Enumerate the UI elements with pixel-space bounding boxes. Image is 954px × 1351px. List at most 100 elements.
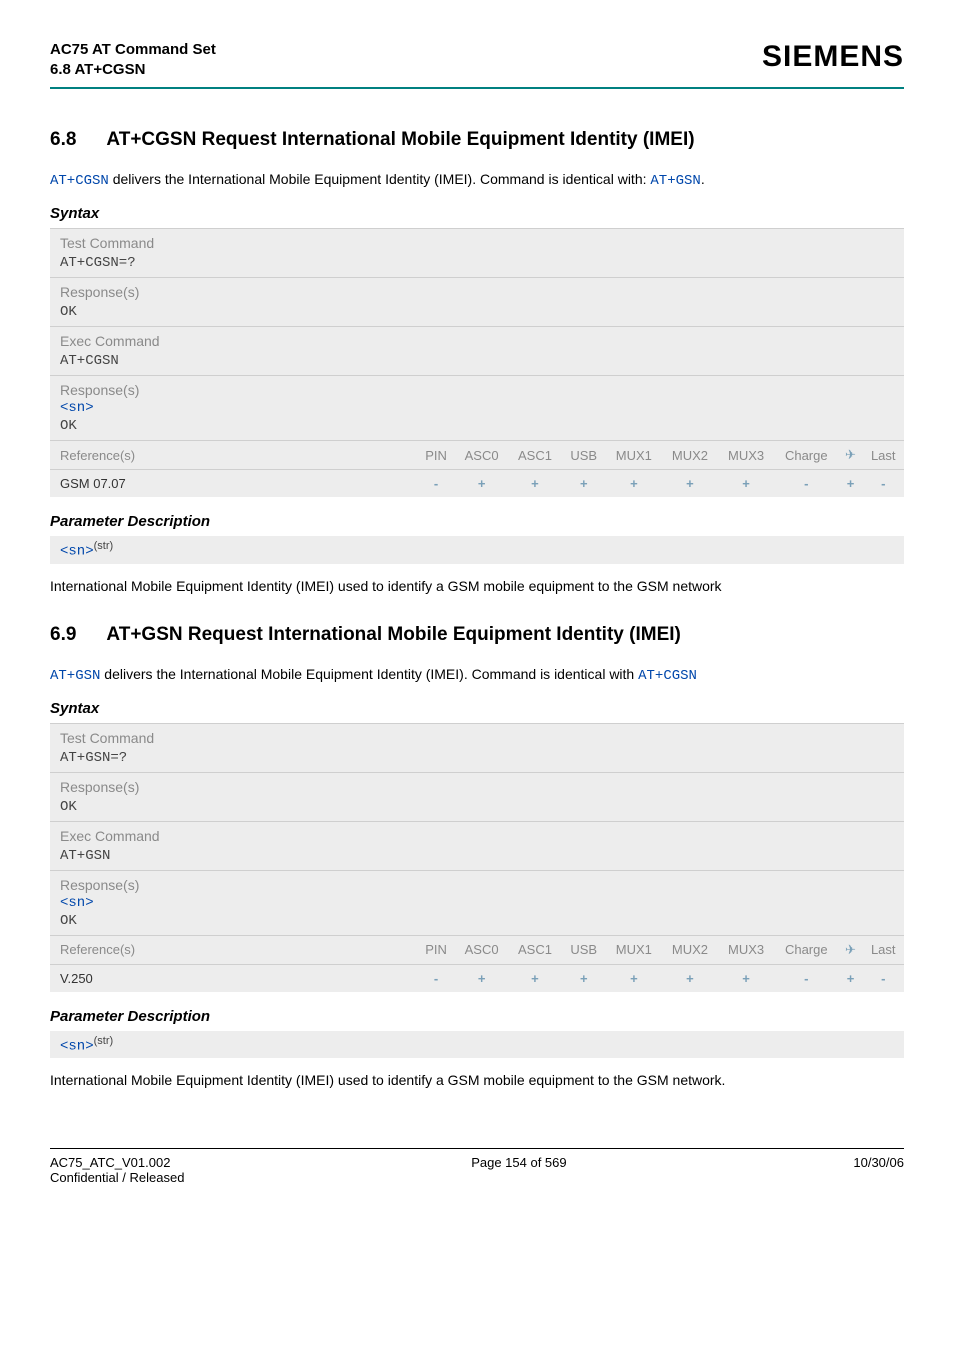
val-last: - bbox=[863, 470, 905, 498]
col-asc0-2: ASC0 bbox=[455, 935, 508, 964]
val-mux3-2: + bbox=[718, 964, 774, 992]
page-header: AC75 AT Command Set 6.8 AT+CGSN SIEMENS bbox=[50, 40, 904, 89]
val-usb-2: + bbox=[562, 964, 606, 992]
col-asc1: ASC1 bbox=[508, 441, 561, 470]
section-num-2: 6.9 bbox=[50, 624, 76, 646]
footer-left-line1: AC75_ATC_V01.002 bbox=[50, 1155, 184, 1170]
param-text-6-8: International Mobile Equipment Identity … bbox=[50, 578, 904, 594]
col-pin-2: PIN bbox=[417, 935, 455, 964]
reference-table-6-8: Reference(s) PIN ASC0 ASC1 USB MUX1 MUX2… bbox=[50, 440, 904, 497]
val-asc1: + bbox=[508, 470, 561, 498]
exec-command-2: AT+GSN bbox=[50, 846, 904, 870]
response-ok-4: OK bbox=[50, 911, 904, 935]
syntax-block-6-8: Test Command AT+CGSN=? Response(s) OK Ex… bbox=[50, 228, 904, 497]
footer-left-line2: Confidential / Released bbox=[50, 1170, 184, 1185]
ref-value-2: V.250 bbox=[50, 964, 417, 992]
ref-label: Reference(s) bbox=[50, 441, 417, 470]
col-arrow-2: ✈ bbox=[838, 935, 862, 964]
intro-mid-2: delivers the International Mobile Equipm… bbox=[100, 666, 638, 682]
header-title-line1: AC75 AT Command Set bbox=[50, 40, 216, 60]
col-asc1-2: ASC1 bbox=[508, 935, 561, 964]
val-mux2-2: + bbox=[662, 964, 718, 992]
test-command-label-2: Test Command bbox=[50, 724, 904, 748]
col-arrow: ✈ bbox=[838, 441, 862, 470]
atgsn-link-2[interactable]: AT+GSN bbox=[50, 668, 100, 684]
section-title: AT+CGSN Request International Mobile Equ… bbox=[106, 129, 694, 151]
val-arrow: + bbox=[838, 470, 862, 498]
response-ok-3: OK bbox=[50, 797, 904, 821]
test-command-label: Test Command bbox=[50, 229, 904, 253]
param-text-6-9: International Mobile Equipment Identity … bbox=[50, 1072, 904, 1088]
val-asc0: + bbox=[455, 470, 508, 498]
param-sn-link[interactable]: <sn> bbox=[60, 544, 94, 560]
col-mux2: MUX2 bbox=[662, 441, 718, 470]
syntax-block-6-9: Test Command AT+GSN=? Response(s) OK Exe… bbox=[50, 723, 904, 992]
param-label-6-9: Parameter Description bbox=[50, 1008, 904, 1025]
atcgsn-link-2[interactable]: AT+CGSN bbox=[638, 668, 697, 684]
syntax-label-2: Syntax bbox=[50, 700, 904, 717]
exec-command: AT+CGSN bbox=[50, 351, 904, 375]
response-label-3: Response(s) bbox=[50, 773, 904, 797]
val-asc1-2: + bbox=[508, 964, 561, 992]
val-last-2: - bbox=[863, 964, 905, 992]
intro-mid: delivers the International Mobile Equipm… bbox=[109, 171, 651, 187]
intro-post: . bbox=[701, 171, 705, 187]
param-label-6-8: Parameter Description bbox=[50, 513, 904, 530]
section-title-2: AT+GSN Request International Mobile Equi… bbox=[106, 624, 680, 646]
response-ok: OK bbox=[50, 302, 904, 326]
col-mux1: MUX1 bbox=[606, 441, 662, 470]
test-command: AT+CGSN=? bbox=[50, 253, 904, 277]
sn-placeholder[interactable]: <sn> bbox=[50, 400, 904, 416]
footer-left: AC75_ATC_V01.002 Confidential / Released bbox=[50, 1155, 184, 1185]
val-pin-2: - bbox=[417, 964, 455, 992]
section-num: 6.8 bbox=[50, 129, 76, 151]
col-mux2-2: MUX2 bbox=[662, 935, 718, 964]
col-usb: USB bbox=[562, 441, 606, 470]
val-usb: + bbox=[562, 470, 606, 498]
val-asc0-2: + bbox=[455, 964, 508, 992]
header-title: AC75 AT Command Set 6.8 AT+CGSN bbox=[50, 40, 216, 79]
siemens-logo: SIEMENS bbox=[762, 40, 904, 74]
airplane-icon: ✈ bbox=[845, 447, 856, 463]
exec-command-label-2: Exec Command bbox=[50, 822, 904, 846]
syntax-label: Syntax bbox=[50, 205, 904, 222]
val-charge: - bbox=[774, 470, 838, 498]
val-mux1: + bbox=[606, 470, 662, 498]
col-last: Last bbox=[863, 441, 905, 470]
intro-text-6-9: AT+GSN delivers the International Mobile… bbox=[50, 666, 904, 684]
col-pin: PIN bbox=[417, 441, 455, 470]
response-label-2: Response(s) bbox=[50, 376, 904, 400]
atcgsn-link[interactable]: AT+CGSN bbox=[50, 173, 109, 189]
val-mux3: + bbox=[718, 470, 774, 498]
col-last-2: Last bbox=[863, 935, 905, 964]
footer-right: 10/30/06 bbox=[853, 1155, 904, 1185]
page-footer: AC75_ATC_V01.002 Confidential / Released… bbox=[50, 1148, 904, 1185]
col-asc0: ASC0 bbox=[455, 441, 508, 470]
exec-command-label: Exec Command bbox=[50, 327, 904, 351]
col-charge: Charge bbox=[774, 441, 838, 470]
val-mux2: + bbox=[662, 470, 718, 498]
section-heading-6-9: 6.9 AT+GSN Request International Mobile … bbox=[50, 624, 904, 646]
ref-value: GSM 07.07 bbox=[50, 470, 417, 498]
param-box-6-8: <sn>(str) bbox=[50, 536, 904, 564]
atgsn-link[interactable]: AT+GSN bbox=[650, 173, 700, 189]
param-sup-2: (str) bbox=[94, 1035, 114, 1047]
section-heading-6-8: 6.8 AT+CGSN Request International Mobile… bbox=[50, 129, 904, 151]
footer-center: Page 154 of 569 bbox=[471, 1155, 566, 1185]
val-pin: - bbox=[417, 470, 455, 498]
col-mux3-2: MUX3 bbox=[718, 935, 774, 964]
col-charge-2: Charge bbox=[774, 935, 838, 964]
sn-placeholder-2[interactable]: <sn> bbox=[50, 895, 904, 911]
header-title-line2: 6.8 AT+CGSN bbox=[50, 60, 216, 80]
response-label: Response(s) bbox=[50, 278, 904, 302]
val-arrow-2: + bbox=[838, 964, 862, 992]
col-mux1-2: MUX1 bbox=[606, 935, 662, 964]
ref-label-2: Reference(s) bbox=[50, 935, 417, 964]
reference-table-6-9: Reference(s) PIN ASC0 ASC1 USB MUX1 MUX2… bbox=[50, 935, 904, 992]
airplane-icon: ✈ bbox=[845, 942, 856, 958]
param-sn-link-2[interactable]: <sn> bbox=[60, 1038, 94, 1054]
intro-text-6-8: AT+CGSN delivers the International Mobil… bbox=[50, 171, 904, 189]
val-charge-2: - bbox=[774, 964, 838, 992]
val-mux1-2: + bbox=[606, 964, 662, 992]
param-box-6-9: <sn>(str) bbox=[50, 1031, 904, 1059]
